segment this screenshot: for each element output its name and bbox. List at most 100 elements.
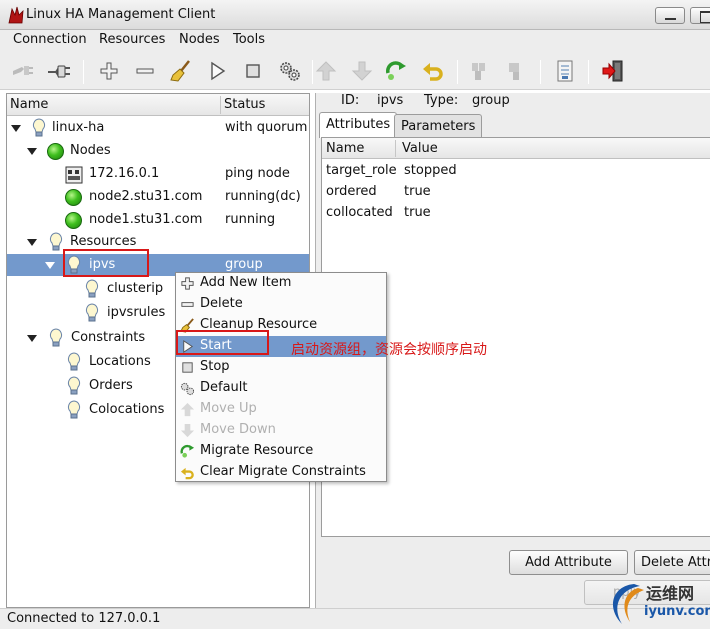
standby-button[interactable] bbox=[466, 58, 492, 84]
watermark-en: iyunv.com bbox=[644, 604, 710, 619]
tab-attributes[interactable]: Attributes bbox=[319, 112, 398, 138]
default-button[interactable] bbox=[277, 58, 303, 84]
menu-item-move-down[interactable]: Move Down bbox=[176, 420, 386, 441]
minimize-button[interactable] bbox=[655, 7, 685, 24]
tree-row-node2[interactable]: node2.stu31.com running(dc) bbox=[7, 186, 309, 208]
attribute-name: collocated bbox=[326, 205, 393, 220]
tree-row-ping-node[interactable]: 172.16.0.1 ping node bbox=[7, 163, 309, 185]
tree-label: Colocations bbox=[89, 402, 165, 417]
bulb-icon bbox=[67, 352, 81, 371]
plus-icon bbox=[181, 277, 194, 290]
attribute-value: stopped bbox=[404, 163, 457, 178]
gears-icon bbox=[280, 62, 300, 81]
menu-item-label: Default bbox=[200, 380, 248, 395]
menu-item-default[interactable]: Default bbox=[176, 378, 386, 399]
move-down-button[interactable] bbox=[349, 58, 375, 84]
context-menu: Add New Item Delete Cleanup Resource Sta… bbox=[175, 272, 387, 482]
migrate-button[interactable] bbox=[383, 58, 409, 84]
tree-label: Nodes bbox=[70, 143, 111, 158]
menu-resources[interactable]: Resources bbox=[99, 32, 165, 47]
table-row[interactable]: ordered true bbox=[322, 183, 710, 204]
name-column-header[interactable]: Name bbox=[10, 97, 48, 112]
clear-migrate-button[interactable] bbox=[420, 58, 446, 84]
maximize-button[interactable] bbox=[690, 7, 710, 24]
arrow-up-icon bbox=[315, 61, 337, 81]
table-row[interactable]: collocated true bbox=[322, 204, 710, 225]
ping-node-icon bbox=[65, 166, 83, 184]
add-item-button[interactable] bbox=[96, 58, 122, 84]
tree-row-nodes[interactable]: Nodes bbox=[7, 140, 309, 162]
menu-item-label: Move Down bbox=[200, 422, 276, 437]
active-button[interactable] bbox=[502, 58, 528, 84]
status-column-header[interactable]: Status bbox=[224, 97, 265, 112]
tree-row-linux-ha[interactable]: linux-ha with quorum bbox=[7, 117, 309, 139]
tree-header: Name Status bbox=[7, 94, 309, 116]
disconnect-button[interactable] bbox=[10, 58, 36, 84]
highlight-box-start bbox=[176, 330, 269, 355]
green-status-icon bbox=[47, 143, 64, 160]
name-column-header[interactable]: Name bbox=[326, 141, 364, 156]
menu-nodes[interactable]: Nodes bbox=[179, 32, 220, 47]
attribute-name: ordered bbox=[326, 184, 377, 199]
menu-item-migrate-resource[interactable]: Migrate Resource bbox=[176, 441, 386, 462]
node-standby-icon bbox=[472, 63, 485, 80]
remove-item-button[interactable] bbox=[132, 58, 158, 84]
table-row[interactable]: target_role stopped bbox=[322, 162, 710, 183]
tree-status: running bbox=[225, 212, 276, 227]
delete-attribute-button[interactable]: Delete Attri bbox=[634, 550, 710, 575]
tree-label: node2.stu31.com bbox=[89, 189, 203, 204]
green-status-icon bbox=[65, 189, 82, 206]
menu-item-stop[interactable]: Stop bbox=[176, 357, 386, 378]
cleanup-button[interactable] bbox=[168, 58, 194, 84]
menu-tools[interactable]: Tools bbox=[233, 32, 265, 47]
annotation-text: 启动资源组，资源会按顺序启动 bbox=[291, 342, 487, 358]
start-button[interactable] bbox=[204, 58, 230, 84]
type-label: Type: bbox=[424, 93, 459, 108]
tree-label: clusterip bbox=[107, 281, 164, 296]
menu-item-add-new-item[interactable]: Add New Item bbox=[176, 273, 386, 294]
stop-icon bbox=[246, 64, 260, 78]
window-title: Linux HA Management Client bbox=[26, 7, 216, 22]
toolbar-separator bbox=[588, 60, 589, 84]
add-attribute-button[interactable]: Add Attribute bbox=[509, 550, 628, 575]
plug-icon bbox=[48, 65, 70, 79]
view-xml-button[interactable] bbox=[552, 58, 578, 84]
menu-item-label: Clear Migrate Constraints bbox=[200, 464, 366, 479]
highlight-box-ipvs bbox=[63, 249, 149, 277]
attribute-value: true bbox=[404, 184, 431, 199]
move-up-button[interactable] bbox=[313, 58, 339, 84]
exit-button[interactable] bbox=[600, 58, 626, 84]
bulb-icon bbox=[85, 279, 99, 298]
menu-item-label: Stop bbox=[200, 359, 230, 374]
attributes-header: Name Value bbox=[322, 138, 710, 159]
connect-button[interactable] bbox=[46, 58, 72, 84]
tree-label: Resources bbox=[70, 234, 137, 249]
connection-status: Connected to 127.0.0.1 bbox=[7, 611, 161, 626]
tab-parameters[interactable]: Parameters bbox=[394, 114, 483, 137]
menu-item-move-up[interactable]: Move Up bbox=[176, 399, 386, 420]
expander-icon[interactable] bbox=[11, 123, 21, 133]
title-bar: Linux HA Management Client bbox=[0, 0, 710, 30]
expander-icon[interactable] bbox=[27, 146, 37, 156]
expander-icon[interactable] bbox=[27, 237, 37, 247]
toolbar bbox=[0, 52, 710, 90]
menu-item-clear-migrate-constraints[interactable]: Clear Migrate Constraints bbox=[176, 462, 386, 483]
id-value: ipvs bbox=[377, 93, 404, 108]
toolbar-separator bbox=[457, 60, 458, 84]
tree-label: 172.16.0.1 bbox=[89, 166, 160, 181]
value-column-header[interactable]: Value bbox=[402, 141, 438, 156]
document-icon bbox=[557, 60, 573, 82]
expander-icon[interactable] bbox=[45, 260, 55, 270]
tree-row-node1[interactable]: node1.stu31.com running bbox=[7, 209, 309, 231]
menu-connection[interactable]: Connection bbox=[13, 32, 87, 47]
column-separator[interactable] bbox=[395, 140, 396, 157]
menu-item-delete[interactable]: Delete bbox=[176, 294, 386, 315]
menu-item-label: Delete bbox=[200, 296, 243, 311]
stop-button[interactable] bbox=[240, 58, 266, 84]
tree-label: Locations bbox=[89, 354, 151, 369]
column-separator[interactable] bbox=[220, 96, 221, 114]
tree-label: ipvsrules bbox=[107, 305, 166, 320]
tree-row-resources[interactable]: Resources bbox=[7, 231, 309, 253]
attribute-name: target_role bbox=[326, 163, 397, 178]
expander-icon[interactable] bbox=[27, 333, 37, 343]
